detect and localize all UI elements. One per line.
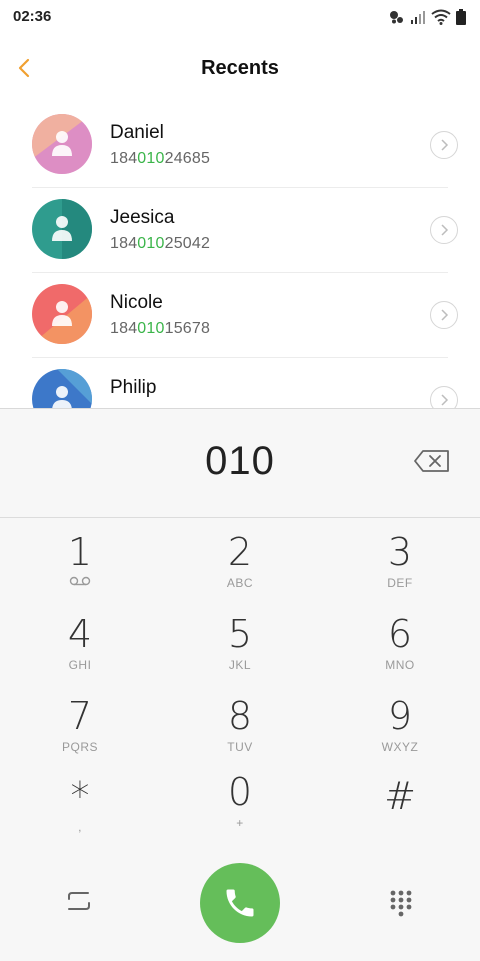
key-letters: + <box>236 816 244 830</box>
key-0[interactable]: 0 + <box>180 772 300 850</box>
key-3[interactable]: 3 DEF <box>340 532 460 610</box>
avatar <box>32 114 92 174</box>
key-letters: TUV <box>227 740 253 754</box>
key-letters: WXYZ <box>381 740 419 754</box>
avatar <box>32 199 92 259</box>
page-title: Recents <box>201 57 279 79</box>
key-digit: 9 <box>387 694 413 738</box>
key-digit: 4 <box>67 612 93 656</box>
contact-number: 18401025042 <box>110 235 211 252</box>
status-icons <box>389 8 466 26</box>
key-4[interactable]: 4 GHI <box>20 614 140 692</box>
key-digit: # <box>384 774 416 818</box>
key-digit: 6 <box>387 612 413 656</box>
chevron-right-icon <box>441 224 449 236</box>
chevron-right-icon <box>441 394 449 406</box>
phone-icon <box>226 889 254 917</box>
status-bar: 02:36 <box>0 0 480 36</box>
key-digit: 8 <box>227 694 253 738</box>
call-button[interactable] <box>200 863 280 943</box>
key-5[interactable]: 5 JKL <box>180 614 300 692</box>
contact-name: Philip <box>110 377 157 398</box>
backspace-icon <box>414 450 449 472</box>
battery-icon <box>456 9 466 25</box>
key-digit: * <box>70 774 90 818</box>
contact-detail-button[interactable] <box>430 301 458 329</box>
key-8[interactable]: 8 TUV <box>180 696 300 774</box>
contact-name: Daniel <box>110 122 164 143</box>
keypad-toggle-button[interactable] <box>389 889 413 922</box>
key-1[interactable]: 1 <box>20 532 140 610</box>
assistant-icon <box>390 11 403 24</box>
key-digit: 2 <box>227 530 253 574</box>
contact-row[interactable]: Jeesica 18401025042 <box>0 188 480 273</box>
key-9[interactable]: 9 WXYZ <box>340 696 460 774</box>
key-letters: ABC <box>226 576 254 590</box>
key-hash[interactable]: # <box>340 776 460 854</box>
key-digit: 5 <box>227 612 253 656</box>
app-header: Recents <box>0 40 480 96</box>
contact-number: 18401015678 <box>110 320 211 337</box>
key-letters: PQRS <box>61 740 98 754</box>
contact-number: 18401024685 <box>110 150 211 167</box>
contact-name: Jeesica <box>110 207 175 228</box>
key-letters: JKL <box>228 658 252 672</box>
key-digit: 3 <box>387 530 413 574</box>
avatar <box>32 369 92 408</box>
key-digit: 1 <box>67 530 93 574</box>
key-letters: DEF <box>387 576 413 590</box>
collapse-keypad-button[interactable] <box>66 887 92 920</box>
contact-detail-button[interactable] <box>430 216 458 244</box>
key-7[interactable]: 7 PQRS <box>20 696 140 774</box>
contact-name: Nicole <box>110 292 163 313</box>
signal-icon <box>411 11 425 24</box>
status-time: 02:36 <box>13 8 52 25</box>
contact-row[interactable]: Daniel 18401024685 <box>0 103 480 188</box>
wifi-icon <box>431 9 451 25</box>
voicemail-icon <box>69 576 91 586</box>
dialpad-icon <box>390 890 412 917</box>
key-2[interactable]: 2 ABC <box>180 532 300 610</box>
chevron-right-icon <box>441 309 449 321</box>
key-digit: 0 <box>227 770 253 814</box>
key-letters: MNO <box>385 658 415 672</box>
number-match-highlight: 010 <box>137 150 165 167</box>
key-letters: GHI <box>68 658 92 672</box>
number-match-highlight: 010 <box>137 320 165 337</box>
dial-display: 010 <box>0 409 480 518</box>
contact-detail-button[interactable] <box>430 131 458 159</box>
avatar <box>32 284 92 344</box>
recents-list[interactable]: Daniel 18401024685 Jeesica 18401025042 N… <box>0 103 480 408</box>
contact-detail-button[interactable] <box>430 386 458 408</box>
contact-row[interactable]: Philip <box>0 358 480 408</box>
number-match-highlight: 010 <box>137 235 165 252</box>
key-digit: 7 <box>67 694 93 738</box>
dial-input[interactable]: 010 <box>0 439 480 484</box>
key-letters: , <box>78 820 82 834</box>
contact-row[interactable]: Nicole 18401015678 <box>0 273 480 358</box>
key-star[interactable]: * , <box>20 776 140 854</box>
key-6[interactable]: 6 MNO <box>340 614 460 692</box>
chevron-right-icon <box>441 139 449 151</box>
backspace-button[interactable] <box>414 449 450 473</box>
collapse-icon <box>68 892 90 910</box>
